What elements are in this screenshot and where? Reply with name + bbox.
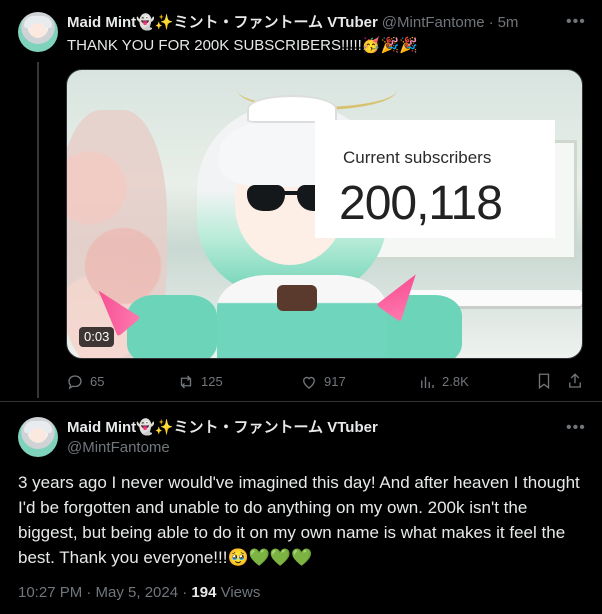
share-icon: [569, 373, 581, 388]
display-name[interactable]: Maid Mint👻✨ミント・ファントーム VTuber: [67, 418, 378, 438]
avatar[interactable]: [18, 417, 58, 457]
like-count: 917: [324, 374, 346, 389]
like-button[interactable]: 917: [300, 372, 346, 392]
repost-count: 125: [201, 374, 223, 389]
timestamp[interactable]: 10:27 PM · May 5, 2024 ·: [18, 584, 191, 601]
tweet-meta: 10:27 PM · May 5, 2024 · 194 Views: [18, 583, 260, 603]
repost-button[interactable]: 125: [177, 372, 223, 392]
reply-icon: [68, 375, 82, 390]
counter-value: 200,118: [339, 177, 503, 230]
tweet-text: 3 years ago I never would've imagined th…: [18, 473, 580, 567]
more-horizontal-icon[interactable]: •••: [566, 420, 586, 436]
handle[interactable]: @MintFantome: [382, 13, 485, 33]
video-media[interactable]: Current subscribers 200,118 0:03: [66, 69, 583, 359]
maid-headdress: [247, 95, 337, 123]
tweet-text: THANK YOU FOR 200K SUBSCRIBERS!!!!!🥳🎉🎉: [67, 37, 418, 54]
thread-connector-line: [37, 62, 39, 398]
repost-icon: [180, 375, 192, 389]
counter-label: Current subscribers: [343, 148, 492, 167]
action-bar: 65 125 917 2.8K: [66, 372, 586, 394]
views-button[interactable]: 2.8K: [418, 372, 469, 392]
tweet-top[interactable]: Maid Mint👻✨ミント・ファントーム VTuber @MintFantom…: [0, 0, 602, 402]
more-horizontal-icon[interactable]: •••: [566, 14, 586, 30]
share-button[interactable]: [566, 372, 584, 390]
views-label: Views: [216, 584, 261, 601]
bookmark-icon: [538, 373, 550, 390]
video-duration: 0:03: [79, 327, 115, 347]
reply-count: 65: [90, 374, 105, 389]
avatar-face: [30, 428, 46, 443]
time-separator: ·: [488, 14, 494, 31]
character-bow: [277, 285, 317, 311]
avatar[interactable]: [18, 12, 58, 52]
bookmark-button[interactable]: [535, 372, 553, 390]
tweet-header: Maid Mint👻✨ミント・ファントーム VTuber @MintFantom…: [67, 13, 518, 33]
tweet-divider: [0, 401, 602, 402]
handle[interactable]: @MintFantome: [67, 438, 170, 458]
views-count: 2.8K: [442, 374, 469, 389]
heart-icon: [303, 376, 315, 389]
subscriber-counter: Current subscribers 200,118: [315, 120, 555, 238]
reply-button[interactable]: 65: [66, 372, 104, 392]
bar-chart-icon: [421, 376, 434, 388]
views-count: 194: [191, 584, 217, 601]
character-left-sleeve: [127, 295, 217, 358]
display-name[interactable]: Maid Mint👻✨ミント・ファントーム VTuber: [67, 13, 378, 33]
post-time[interactable]: 5m: [498, 13, 519, 33]
avatar-face: [30, 23, 46, 38]
